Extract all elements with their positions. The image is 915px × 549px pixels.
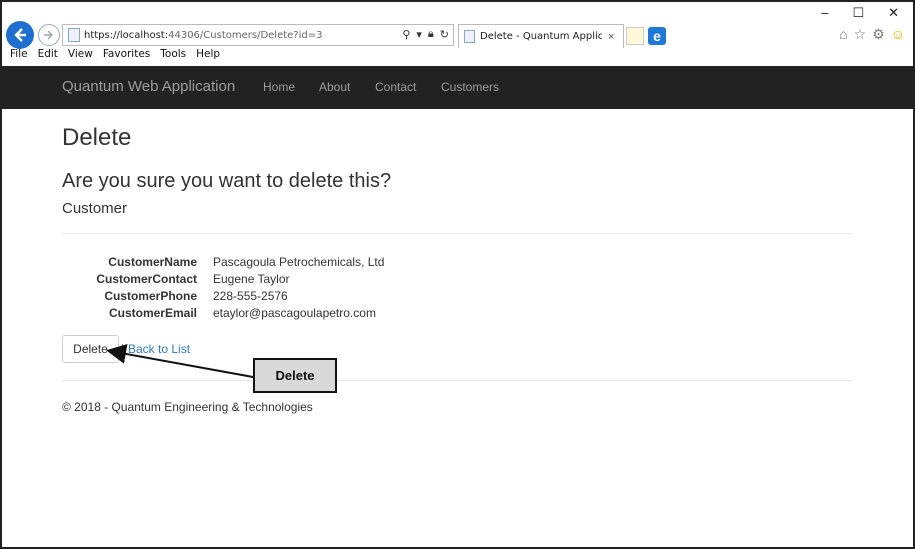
annotation-callout: Delete — [253, 358, 337, 393]
callout-arrow — [106, 344, 254, 378]
